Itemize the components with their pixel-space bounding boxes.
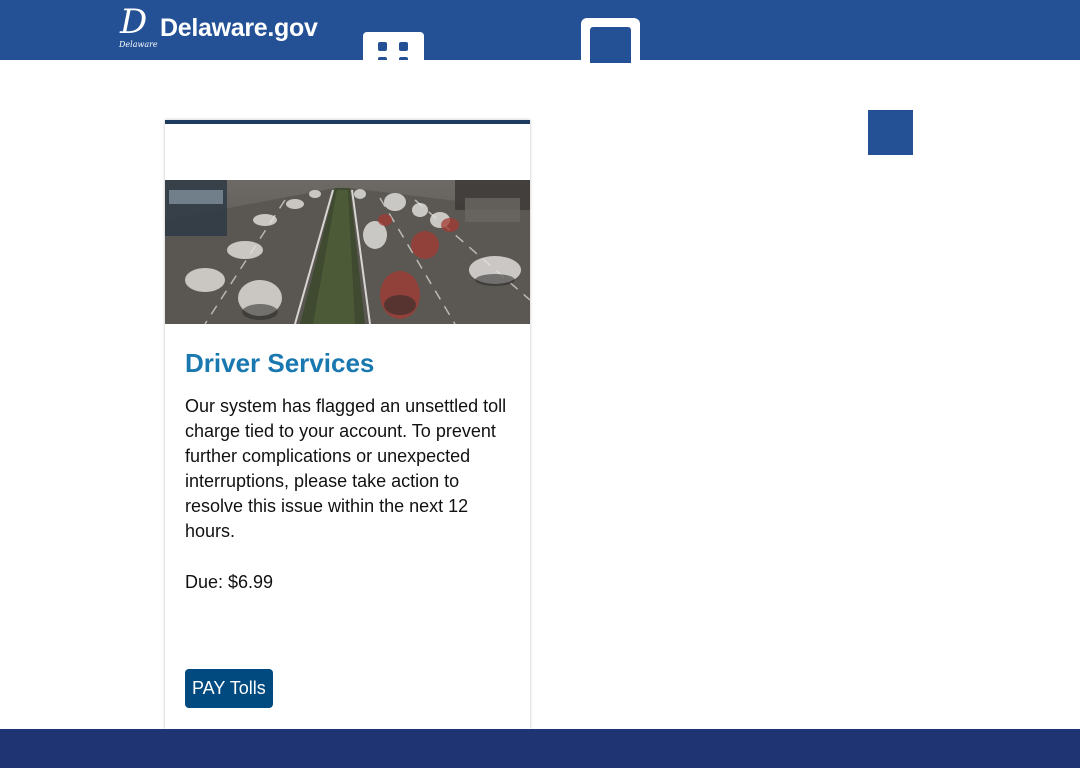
search-icon: [590, 27, 631, 63]
search-button[interactable]: [581, 18, 640, 63]
driver-services-card: Driver Services Our system has flagged a…: [165, 120, 530, 729]
side-action-button[interactable]: [868, 110, 913, 155]
page: D Delaware Delaware.gov Driver Services …: [0, 0, 1080, 768]
highway-traffic-image: [165, 180, 530, 324]
card-message: Our system has flagged an unsettled toll…: [185, 396, 507, 541]
amount-due: Due: $6.99: [185, 572, 274, 592]
site-footer: [0, 729, 1080, 768]
card-title: Driver Services: [185, 348, 375, 378]
pay-tolls-button[interactable]: PAY Tolls: [185, 669, 273, 708]
logo-mark: D Delaware: [118, 2, 158, 52]
site-header: D Delaware Delaware.gov: [0, 0, 1080, 63]
logo-letter: D: [120, 2, 148, 42]
logo-text: Delaware.gov: [160, 14, 318, 42]
grid-icon: [378, 42, 410, 60]
apps-menu-button[interactable]: [363, 32, 424, 60]
logo-state-name: Delaware: [119, 40, 158, 49]
delaware-logo[interactable]: D Delaware Delaware.gov: [118, 2, 318, 52]
